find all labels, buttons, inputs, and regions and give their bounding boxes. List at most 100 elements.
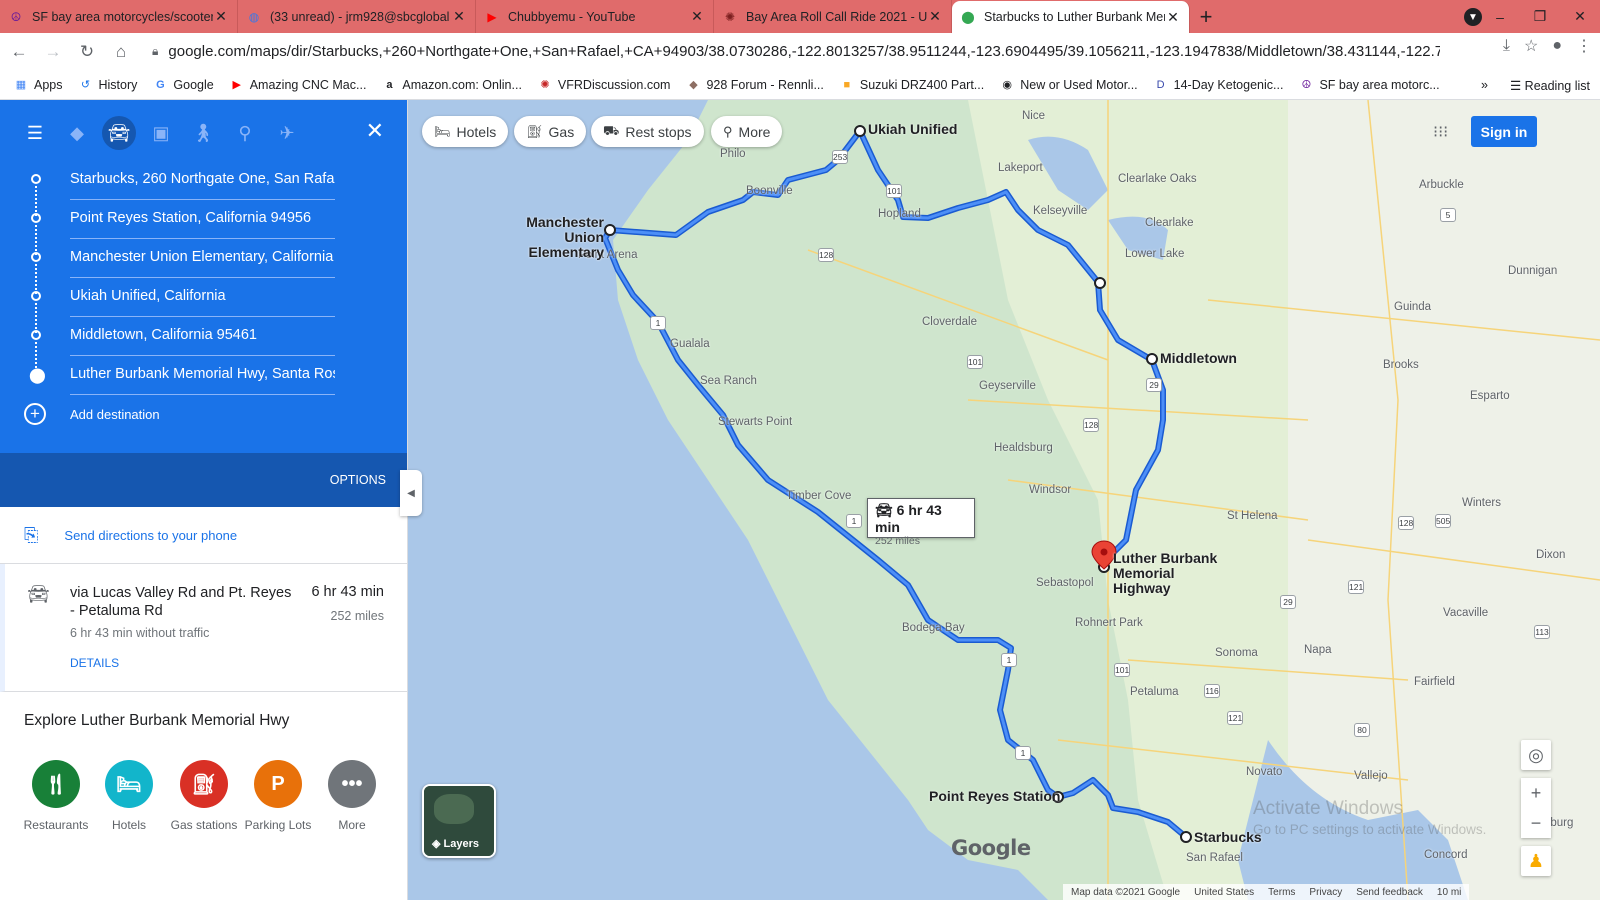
region-link[interactable]: United States	[1194, 887, 1254, 898]
terms-link[interactable]: Terms	[1268, 887, 1295, 898]
waypoint-dot-icon	[31, 174, 41, 184]
my-location-icon[interactable]: ◎	[1521, 740, 1551, 770]
waypoint-label-ukiah[interactable]: Ukiah Unified	[868, 122, 957, 137]
menu-icon[interactable]: ☰	[18, 116, 52, 150]
plane-icon[interactable]: ✈	[270, 116, 304, 150]
browser-tab-active[interactable]: ⬤ Starbucks to Luther Burbank Mer ✕	[952, 1, 1190, 33]
browser-tab[interactable]: ▶ Chubbyemu - YouTube ✕	[476, 0, 714, 33]
waypoint-marker	[854, 125, 866, 137]
chip-hotels[interactable]: 🛏︎ Hotels	[422, 116, 509, 147]
pegman-icon[interactable]: ♟	[1521, 846, 1551, 876]
bicycle-icon[interactable]: ⚲	[228, 116, 262, 150]
bookmark-history[interactable]: ↺ History	[79, 78, 138, 92]
waypoint-input[interactable]: Starbucks, 260 Northgate One, San Rafael…	[70, 160, 335, 200]
reading-list-button[interactable]: ☰ Reading list	[1510, 78, 1590, 93]
address-bar[interactable]: 🔒︎ google.com/maps/dir/Starbucks,+260+No…	[140, 36, 1440, 67]
category-gas-stations[interactable]: ⛽︎ Gas stations	[164, 760, 244, 832]
sign-in-button[interactable]: Sign in	[1471, 116, 1537, 147]
route-option[interactable]: 🚘︎ via Lucas Valley Rd and Pt. Reyes - P…	[0, 564, 407, 692]
chip-rest-stops[interactable]: ⛟ Rest stops	[591, 116, 704, 147]
bookmark-keto[interactable]: D 14-Day Ketogenic...	[1154, 78, 1284, 92]
layers-button[interactable]: ◈ Layers	[422, 784, 496, 858]
apps-grid-icon[interactable]: ⁝⁝⁝	[1433, 122, 1448, 142]
waypoint-label-luther[interactable]: Luther Burbank Memorial Highway	[1113, 551, 1229, 596]
chip-gas[interactable]: ⛽︎ Gas	[514, 116, 587, 147]
highway-shield: 29	[1280, 595, 1296, 609]
new-tab-button[interactable]: +	[1190, 0, 1222, 33]
chevron-right-icon[interactable]: »	[1481, 78, 1488, 92]
category-restaurants[interactable]: 🍴︎ Restaurants	[16, 760, 96, 832]
close-icon[interactable]: ✕	[213, 8, 229, 25]
place-label: Sea Ranch	[700, 375, 757, 387]
category-parking[interactable]: P Parking Lots	[238, 760, 318, 832]
back-arrow-icon[interactable]: ←	[4, 37, 34, 67]
map-canvas[interactable]: Nice Philo Boonville Hopland Lakeport Cl…	[408, 100, 1600, 900]
place-label: Lakeport	[998, 162, 1043, 174]
collapse-panel-button[interactable]: ◀	[400, 470, 422, 516]
close-window-icon[interactable]: ✕	[1560, 8, 1600, 25]
profile-icon[interactable]: ●	[1552, 37, 1562, 55]
close-icon[interactable]: ✕	[366, 118, 384, 144]
walk-icon[interactable]: 🚶︎	[186, 116, 220, 150]
minimize-icon[interactable]: –	[1480, 9, 1520, 25]
menu-kebab-icon[interactable]: ⋮	[1576, 36, 1592, 56]
car-icon[interactable]: 🚘︎	[102, 116, 136, 150]
explore-title: Explore Luther Burbank Memorial Hwy	[24, 712, 290, 729]
place-label: Boonville	[746, 185, 793, 197]
browser-tab[interactable]: ✺ Bay Area Roll Call Ride 2021 - US ✕	[714, 0, 952, 33]
waypoint-label-starbucks[interactable]: Starbucks	[1194, 830, 1262, 845]
forward-arrow-icon[interactable]: →	[38, 37, 68, 67]
close-icon[interactable]: ✕	[451, 8, 467, 25]
route-info-box[interactable]: 🚘︎ 6 hr 43 min 252 miles	[867, 498, 975, 547]
bookmark-motor[interactable]: ◉ New or Used Motor...	[1000, 78, 1137, 92]
bookmark-suzuki[interactable]: ■ Suzuki DRZ400 Part...	[840, 78, 985, 92]
restore-icon[interactable]: ❐	[1520, 8, 1560, 25]
install-icon[interactable]: ⤓	[1503, 37, 1510, 55]
youtube-icon: ▶	[487, 9, 497, 24]
privacy-link[interactable]: Privacy	[1309, 887, 1342, 898]
destination-pin-icon: ⬤	[29, 367, 46, 384]
close-icon[interactable]: ✕	[927, 8, 943, 25]
add-destination-button[interactable]: + Add destination	[24, 403, 160, 425]
category-more[interactable]: ••• More	[312, 760, 392, 832]
tab-title: Starbucks to Luther Burbank Mer	[984, 10, 1165, 24]
options-button[interactable]: OPTIONS	[330, 473, 386, 487]
zoom-out-button[interactable]: −	[1521, 808, 1551, 838]
close-icon[interactable]: ✕	[1165, 9, 1181, 26]
bookmark-rennlist[interactable]: ◆ 928 Forum - Rennli...	[686, 78, 824, 92]
bookmark-sfbay[interactable]: ☮ SF bay area motorc...	[1299, 78, 1440, 92]
zoom-in-button[interactable]: +	[1521, 778, 1551, 808]
bookmark-amazon[interactable]: a Amazon.com: Onlin...	[382, 78, 522, 92]
bookmark-vfr[interactable]: ✺ VFRDiscussion.com	[538, 78, 670, 92]
waypoint-label-manchester[interactable]: Manchester Union Elementary	[488, 215, 604, 260]
bookmark-apps[interactable]: ▦ Apps	[14, 78, 63, 92]
bookmark-cnc[interactable]: ▶ Amazing CNC Mac...	[230, 78, 366, 92]
waypoint-input[interactable]: Manchester Union Elementary, California	[70, 238, 335, 278]
star-icon[interactable]: ☆	[1524, 36, 1538, 56]
highway-shield: 128	[1083, 418, 1099, 432]
waypoint-input[interactable]: Point Reyes Station, California 94956	[70, 199, 335, 239]
browser-tab[interactable]: ◍ (33 unread) - jrm928@sbcglobal ✕	[238, 0, 476, 33]
waypoint-input[interactable]: Middletown, California 95461	[70, 316, 335, 356]
send-to-phone-button[interactable]: ⎘ Send directions to your phone	[0, 507, 407, 564]
transit-icon[interactable]: ▣	[144, 116, 178, 150]
bookmark-google[interactable]: G Google	[153, 78, 214, 92]
category-label: More	[338, 818, 366, 832]
waypoint-label-middletown[interactable]: Middletown	[1160, 351, 1237, 366]
send-feedback-link[interactable]: Send feedback	[1356, 887, 1423, 898]
close-icon[interactable]: ✕	[689, 8, 705, 25]
reload-icon[interactable]: ↻	[72, 37, 102, 67]
details-link[interactable]: DETAILS	[70, 656, 119, 670]
waypoint-label-point-reyes[interactable]: Point Reyes Station	[929, 789, 1060, 804]
browser-tab[interactable]: ☮ SF bay area motorcycles/scooter ✕	[0, 0, 238, 33]
waypoint-input[interactable]: Ukiah Unified, California	[70, 277, 335, 317]
best-mode-icon[interactable]: ◆	[60, 116, 94, 150]
scale-bar[interactable]: 10 mi	[1437, 887, 1461, 898]
category-hotels[interactable]: 🛏︎ Hotels	[89, 760, 169, 832]
destination-input[interactable]: Luther Burbank Memorial Hwy, Santa Rosa,…	[70, 355, 335, 395]
chip-more[interactable]: ⚲ More	[711, 116, 783, 147]
home-icon[interactable]: ⌂	[106, 37, 136, 67]
vfr-icon: ✺	[540, 79, 550, 91]
lock-icon[interactable]: 🔒︎	[152, 44, 158, 59]
waypoint-marker	[604, 224, 616, 236]
